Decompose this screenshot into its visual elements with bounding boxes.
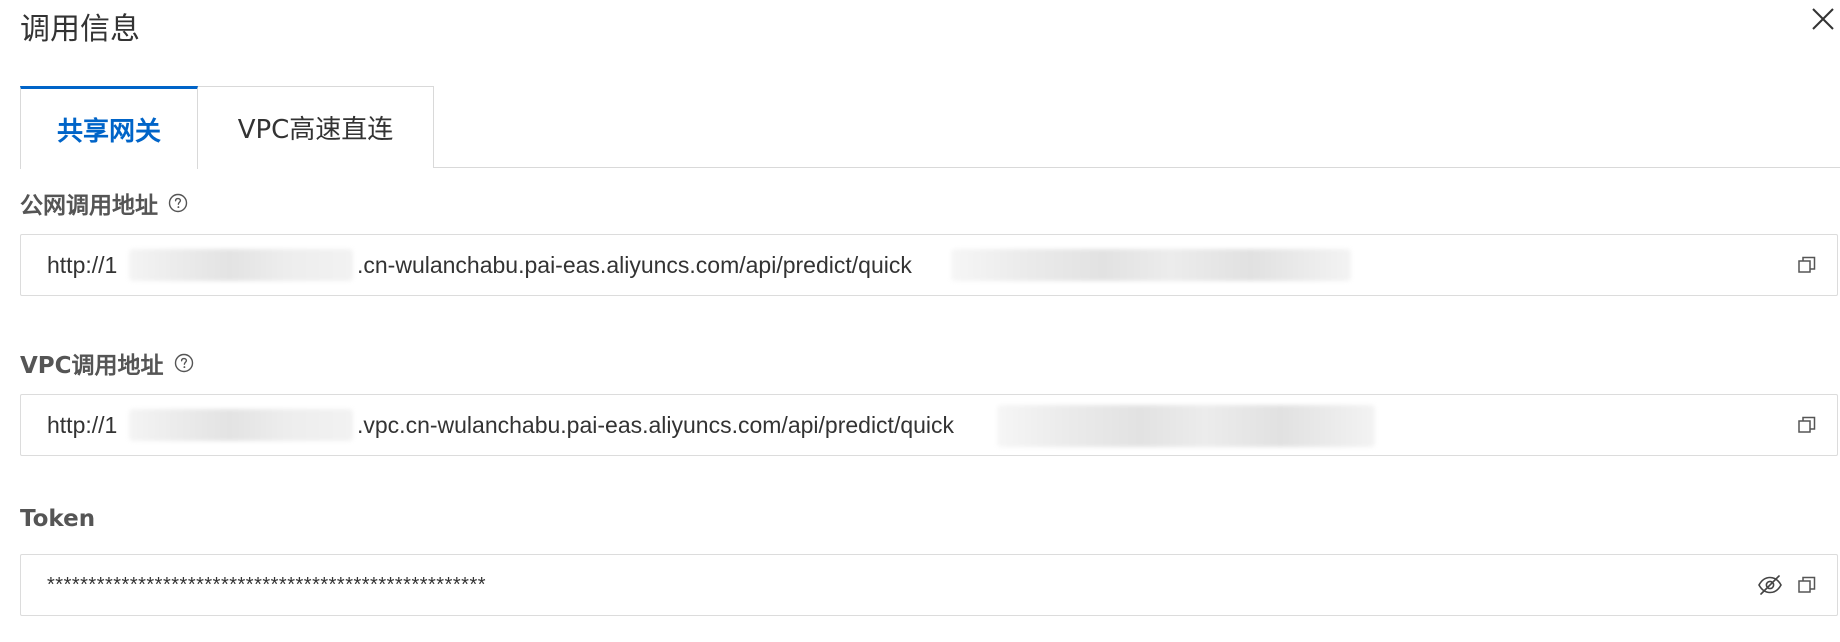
close-icon[interactable]: [1810, 6, 1836, 32]
token-value: ****************************************…: [47, 574, 487, 596]
vpc-endpoint-label: VPC调用地址: [20, 346, 194, 380]
tab-label: 共享网关: [56, 116, 161, 147]
token-label: Token: [20, 506, 95, 532]
public-endpoint-value: .cn-wulanchabu.pai-eas.aliyuncs.com/api/…: [357, 252, 912, 278]
eye-off-icon[interactable]: [1757, 573, 1783, 597]
tab-shared-gateway[interactable]: 共享网关: [20, 86, 198, 169]
tab-label: VPC高速直连: [237, 115, 394, 145]
token-field[interactable]: ****************************************…: [20, 554, 1838, 616]
tab-bar: 共享网关 VPC高速直连: [20, 86, 1840, 169]
dialog-title: 调用信息: [20, 12, 140, 47]
redacted-area: [129, 409, 353, 441]
vpc-endpoint-field[interactable]: http://1 .vpc.cn-wulanchabu.pai-eas.aliy…: [20, 394, 1838, 456]
redacted-area: [997, 405, 1375, 447]
vpc-endpoint-label-text: VPC调用地址: [20, 353, 164, 379]
redacted-area: [951, 249, 1351, 281]
question-circle-icon[interactable]: [168, 193, 188, 213]
vpc-endpoint-value: .vpc.cn-wulanchabu.pai-eas.aliyuncs.com/…: [357, 412, 955, 438]
redacted-area: [129, 249, 353, 281]
public-endpoint-value-prefix: http://1: [47, 252, 118, 278]
tab-vpc-direct[interactable]: VPC高速直连: [198, 86, 434, 168]
public-endpoint-field[interactable]: http://1 .cn-wulanchabu.pai-eas.aliyuncs…: [20, 234, 1838, 296]
invocation-info-dialog: 调用信息 共享网关 VPC高速直连 公网调用地址 http://1 .cn-wu…: [0, 0, 1840, 642]
public-endpoint-label-text: 公网调用地址: [20, 193, 158, 219]
token-label-text: Token: [20, 506, 96, 532]
copy-icon[interactable]: [1797, 575, 1817, 595]
copy-icon[interactable]: [1797, 415, 1817, 435]
question-circle-icon[interactable]: [174, 353, 194, 373]
vpc-endpoint-value-prefix: http://1: [47, 412, 118, 438]
copy-icon[interactable]: [1797, 255, 1817, 275]
public-endpoint-label: 公网调用地址: [20, 186, 188, 220]
